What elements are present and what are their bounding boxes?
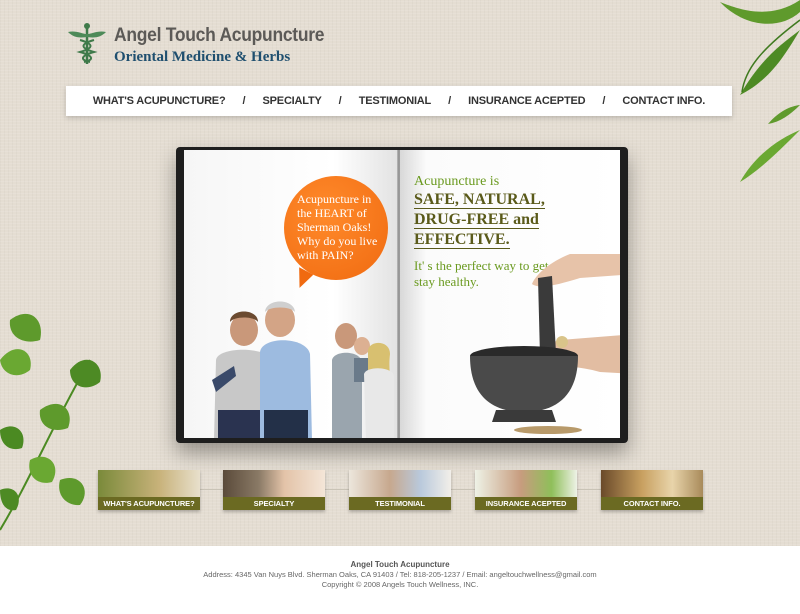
- thumb-testimonial[interactable]: TESTIMONIAL: [349, 470, 451, 510]
- page: Angel Touch Acupuncture Oriental Medicin…: [0, 0, 800, 614]
- thumb-label: CONTACT INFO.: [601, 497, 703, 510]
- thumb-specialty[interactable]: SPECIALTY: [223, 470, 325, 510]
- thumb-image: [98, 470, 200, 497]
- thumb-label: INSURANCE ACEPTED: [475, 497, 577, 510]
- nav-item-whats-acupuncture[interactable]: WHAT'S ACUPUNCTURE?: [93, 95, 226, 107]
- footer-copyright: Copyright © 2008 Angels Touch Wellness, …: [321, 580, 479, 589]
- site-footer: Angel Touch Acupuncture Address: 4345 Va…: [0, 546, 800, 614]
- nav-item-contact[interactable]: CONTACT INFO.: [622, 95, 705, 107]
- benefit-line-3: EFFECTIVE.: [414, 231, 510, 249]
- thumb-label: SPECIALTY: [223, 497, 325, 510]
- nav-separator: /: [448, 95, 452, 107]
- footer-address: Address: 4345 Van Nuys Blvd. Sherman Oak…: [203, 570, 597, 579]
- benefits-intro: Acupuncture is: [414, 174, 500, 189]
- nav-item-testimonial[interactable]: TESTIMONIAL: [359, 95, 432, 107]
- thumb-image: [223, 470, 325, 497]
- brand-logo[interactable]: Angel Touch Acupuncture Oriental Medicin…: [64, 20, 343, 66]
- nav-separator: /: [602, 95, 606, 107]
- thumb-label: TESTIMONIAL: [349, 497, 451, 510]
- benefit-line-1: SAFE, NATURAL,: [414, 191, 545, 209]
- nav-separator: /: [242, 95, 246, 107]
- thumb-image: [475, 470, 577, 497]
- herb-plant-icon: [0, 313, 101, 531]
- footer-title: Angel Touch Acupuncture: [350, 560, 450, 569]
- brand-subtitle: Oriental Medicine & Herbs: [114, 49, 291, 65]
- nav-item-insurance[interactable]: INSURANCE ACEPTED: [468, 95, 585, 107]
- thumb-label: WHAT'S ACUPUNCTURE?: [98, 497, 200, 510]
- brand-title: Angel Touch Acupuncture: [114, 25, 325, 46]
- nav-item-specialty[interactable]: SPECIALTY: [263, 95, 322, 107]
- benefits-headline: SAFE, NATURAL, DRUG-FREE and EFFECTIVE.: [414, 190, 610, 250]
- thumbnail-strip: WHAT'S ACUPUNCTURE? SPECIALTY TESTIMONIA…: [98, 470, 704, 512]
- book-right-page: Acupuncture is SAFE, NATURAL, DRUG-FREE …: [400, 150, 620, 438]
- thumb-image: [349, 470, 451, 497]
- benefit-line-2: DRUG-FREE and: [414, 211, 539, 229]
- hero-book: Acupuncture in the HEART of Sherman Oaks…: [176, 147, 628, 443]
- main-nav: WHAT'S ACUPUNCTURE? / SPECIALTY / TESTIM…: [66, 86, 732, 116]
- thumb-image: [601, 470, 703, 497]
- family-photo-icon: [212, 301, 394, 438]
- caduceus-icon: [68, 23, 106, 64]
- thumb-contact[interactable]: CONTACT INFO.: [601, 470, 703, 510]
- thumb-insurance[interactable]: INSURANCE ACEPTED: [475, 470, 577, 510]
- promo-bubble: Acupuncture in the HEART of Sherman Oaks…: [284, 176, 388, 280]
- thumb-whats-acupuncture[interactable]: WHAT'S ACUPUNCTURE?: [98, 470, 200, 510]
- mortar-pestle-icon: [470, 254, 620, 434]
- nav-separator: /: [338, 95, 342, 107]
- book-left-page: Acupuncture in the HEART of Sherman Oaks…: [184, 150, 398, 438]
